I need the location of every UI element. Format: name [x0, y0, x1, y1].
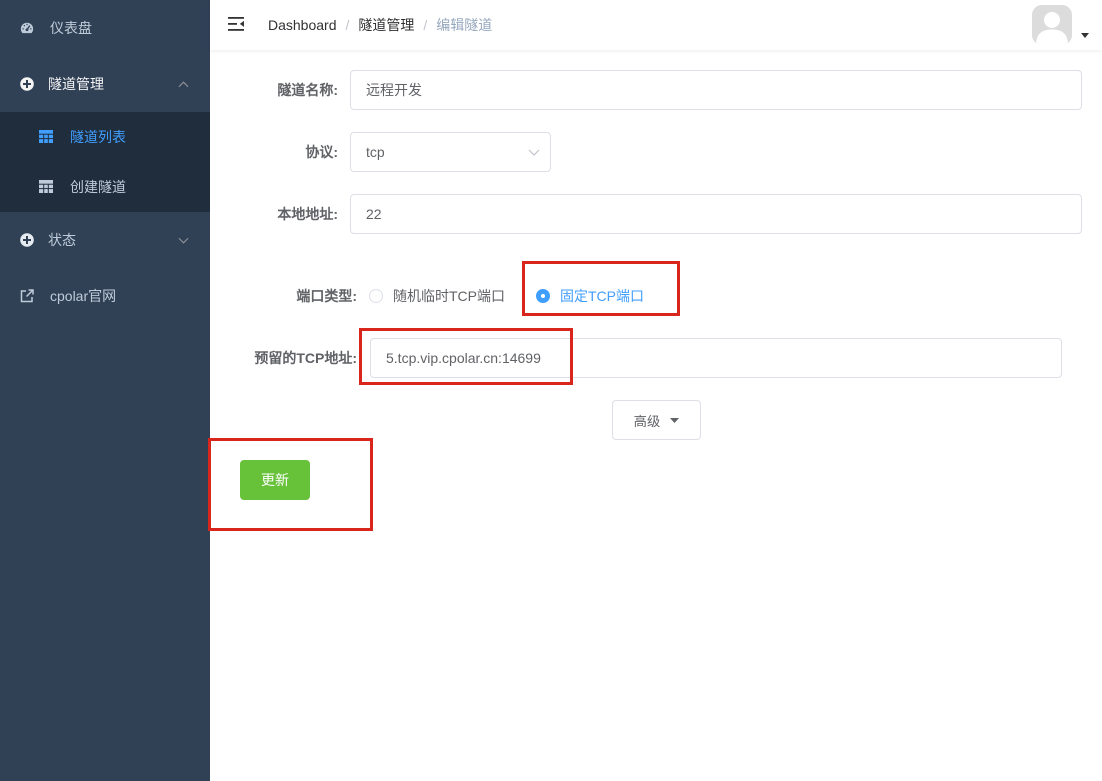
- local-address-label: 本地地址:: [277, 206, 338, 222]
- sidebar-item-label: 仪表盘: [50, 20, 92, 36]
- dashboard-icon: [20, 22, 34, 34]
- sidebar-item-label: 隧道管理: [48, 76, 104, 92]
- breadcrumb-item-tunnel-management[interactable]: 隧道管理: [358, 17, 414, 33]
- protocol-select-input[interactable]: [350, 132, 551, 172]
- reserved-tcp-address-label: 预留的TCP地址:: [254, 350, 357, 366]
- protocol-label: 协议:: [305, 144, 338, 160]
- submenu-tunnel-management: 隧道列表 创建隧道: [0, 112, 210, 212]
- sidebar-item-label: 创建隧道: [70, 179, 126, 195]
- radio-random-tcp-port[interactable]: 随机临时TCP端口: [369, 286, 505, 306]
- sidebar-item-label: 隧道列表: [70, 129, 126, 145]
- breadcrumb-separator: /: [345, 17, 350, 33]
- menu-fold-icon[interactable]: [228, 17, 244, 31]
- sidebar-item-cpolar-website[interactable]: cpolar官网: [0, 268, 210, 324]
- sidebar-item-tunnel-management[interactable]: 隧道管理: [0, 56, 210, 112]
- sidebar-item-tunnel-list[interactable]: 隧道列表: [0, 112, 210, 162]
- caret-down-icon[interactable]: [1081, 33, 1089, 38]
- sidebar-item-status[interactable]: 状态: [0, 212, 210, 268]
- user-avatar-icon[interactable]: [1032, 5, 1072, 45]
- port-type-label: 端口类型:: [296, 288, 357, 304]
- caret-down-icon: [670, 417, 680, 423]
- radio-circle[interactable]: [536, 289, 550, 303]
- reserved-tcp-address-input[interactable]: [370, 338, 1062, 378]
- radio-fixed-tcp-port[interactable]: 固定TCP端口: [536, 286, 644, 306]
- status-icon: [20, 233, 34, 247]
- table-icon: [39, 130, 53, 143]
- chevron-down-icon: [178, 237, 189, 244]
- table-icon: [39, 180, 53, 193]
- tunnel-name-input[interactable]: [350, 70, 1082, 110]
- breadcrumb-item-current: 编辑隧道: [436, 17, 493, 33]
- sidebar: 仪表盘 隧道管理 隧道列表 创建隧道 状态 cpolar官网: [0, 0, 210, 781]
- tunnel-name-label: 隧道名称:: [277, 82, 338, 98]
- radio-label: 随机临时TCP端口: [393, 288, 505, 304]
- sidebar-item-label: cpolar官网: [50, 288, 117, 304]
- chevron-up-icon: [178, 81, 189, 88]
- sidebar-item-create-tunnel[interactable]: 创建隧道: [0, 162, 210, 212]
- advanced-button[interactable]: 高级: [612, 400, 701, 440]
- top-navbar: Dashboard / 隧道管理 / 编辑隧道: [210, 0, 1102, 50]
- local-address-input[interactable]: [350, 194, 1082, 234]
- update-button[interactable]: 更新: [240, 460, 310, 500]
- breadcrumb: Dashboard / 隧道管理 / 编辑隧道: [268, 0, 492, 50]
- breadcrumb-item-dashboard[interactable]: Dashboard: [268, 17, 337, 33]
- tunnel-icon: [20, 77, 34, 91]
- sidebar-item-dashboard[interactable]: 仪表盘: [0, 0, 210, 56]
- breadcrumb-separator: /: [423, 17, 428, 33]
- radio-label: 固定TCP端口: [560, 288, 644, 304]
- protocol-select[interactable]: [350, 132, 551, 172]
- advanced-button-label: 高级: [633, 413, 661, 429]
- external-link-icon: [20, 289, 34, 303]
- sidebar-item-label: 状态: [48, 232, 76, 248]
- chevron-down-icon: [528, 149, 540, 156]
- radio-circle[interactable]: [369, 289, 383, 303]
